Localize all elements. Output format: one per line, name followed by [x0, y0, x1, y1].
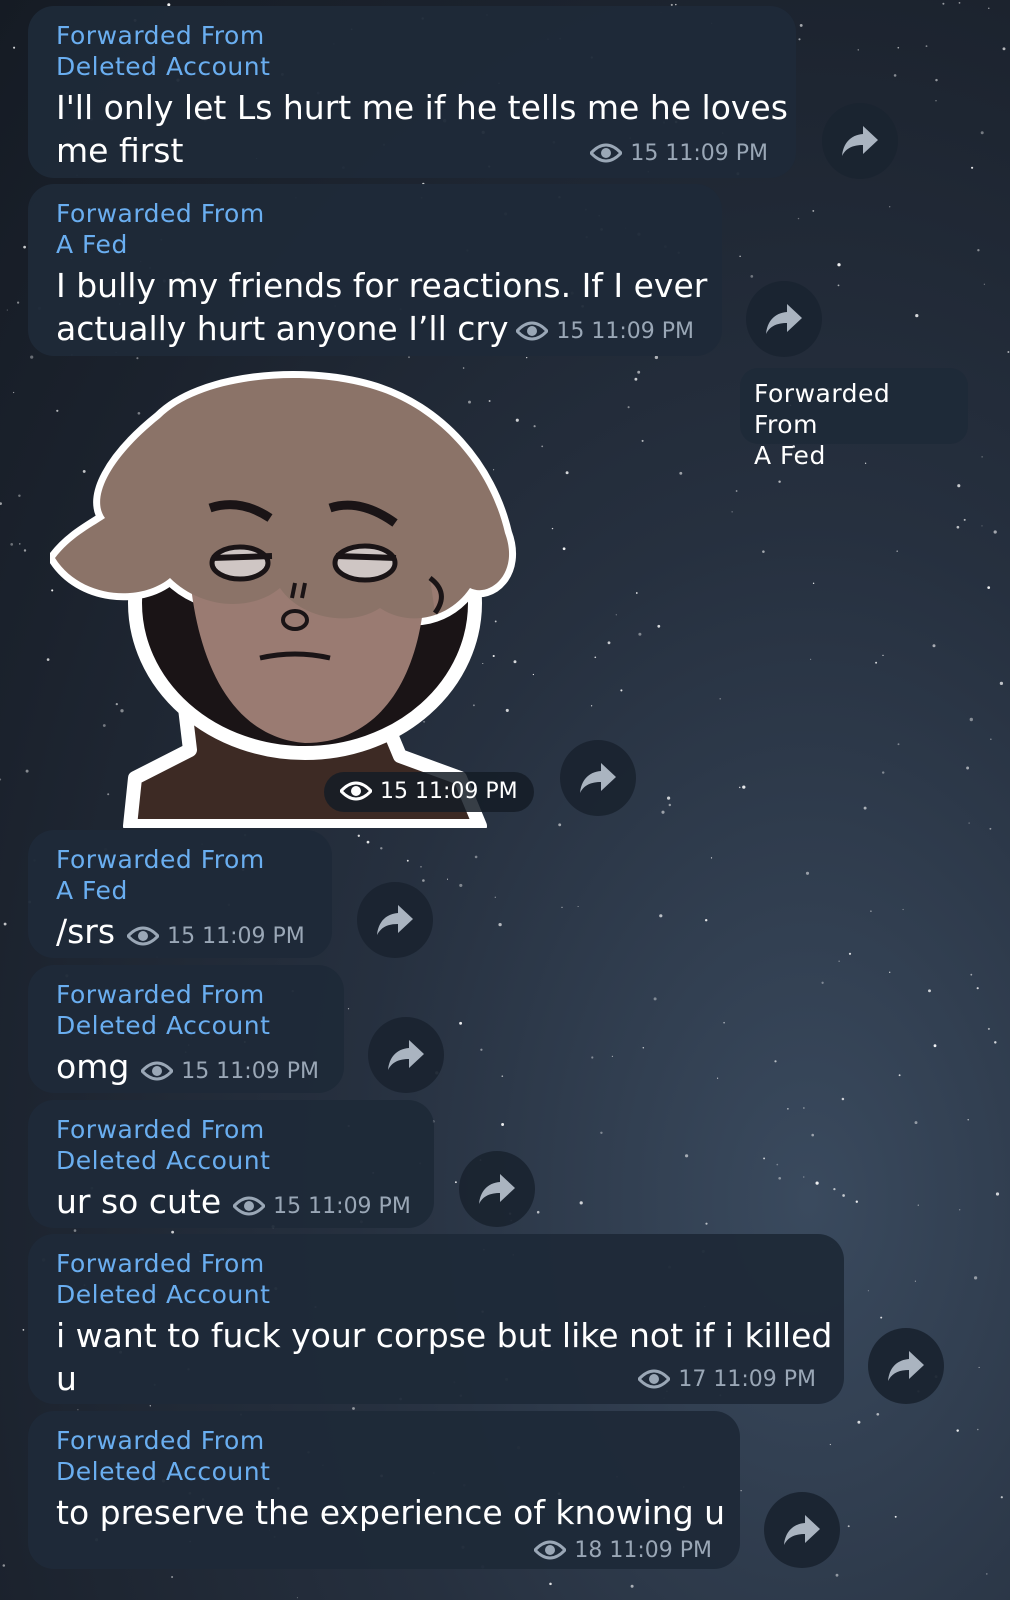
message-meta: 15 11:09 PM	[590, 141, 768, 166]
forwarded-label: Forwarded From	[56, 1249, 265, 1278]
message-meta: 15 11:09 PM	[516, 319, 694, 344]
share-button[interactable]	[357, 882, 433, 958]
sticker-forward-label[interactable]: Forwarded From A Fed	[740, 368, 968, 470]
message-bubble[interactable]: Forwarded From A Fed I bully my friends …	[28, 184, 722, 356]
message-text: i want to fuck your corpse but like not …	[56, 1316, 833, 1355]
share-arrow-icon	[888, 1351, 924, 1381]
eye-icon	[127, 926, 160, 946]
view-count: 15	[380, 779, 408, 804]
forwarded-label: Forwarded From	[56, 980, 265, 1009]
message-bubble[interactable]: Forwarded From A Fed /srs 15 11:09 PM	[28, 830, 332, 958]
message-bubble[interactable]: Forwarded From Deleted Account I'll only…	[28, 6, 796, 178]
message-meta: 15 11:09 PM	[127, 915, 305, 958]
message-meta: 18 11:09 PM	[534, 1538, 712, 1563]
message-row: omg 15 11:09 PM	[56, 1045, 319, 1093]
view-count: 18	[574, 1538, 603, 1563]
share-arrow-icon	[842, 126, 878, 156]
forwarded-sender-link[interactable]: A Fed	[56, 229, 694, 260]
share-arrow-icon	[377, 905, 413, 935]
forwarded-sender-link[interactable]: Deleted Account	[56, 51, 768, 82]
eye-icon	[590, 143, 623, 163]
share-button[interactable]	[764, 1492, 840, 1568]
forwarded-label: Forwarded From	[56, 845, 265, 874]
forwarded-sender-link[interactable]: Deleted Account	[56, 1145, 406, 1176]
message-meta: 15 11:09 PM	[233, 1185, 411, 1228]
message-text: I'll only let Ls hurt me if he tells me …	[56, 88, 788, 127]
view-count: 15	[181, 1059, 210, 1084]
forwarded-label: Forwarded From	[754, 379, 891, 439]
share-button[interactable]	[459, 1151, 535, 1227]
forwarded-label: Forwarded From	[56, 21, 265, 50]
forwarded-sender-link[interactable]: Deleted Account	[56, 1010, 316, 1041]
message-bubble[interactable]: Forwarded From Deleted Account ur so cut…	[28, 1100, 434, 1228]
eye-icon	[233, 1196, 266, 1216]
view-count: 17	[678, 1367, 707, 1392]
message-text: /srs	[56, 912, 116, 951]
message-time: 11:09 PM	[216, 1059, 319, 1084]
eye-icon	[638, 1369, 671, 1389]
share-button[interactable]	[746, 281, 822, 357]
forwarded-label: Forwarded From	[56, 199, 265, 228]
message-bubble[interactable]: Forwarded From Deleted Account omg 15 11:…	[28, 965, 344, 1093]
eye-icon	[141, 1061, 174, 1081]
message-meta: 15 11:09 PM	[141, 1050, 319, 1093]
view-count: 15	[630, 141, 659, 166]
message-text: I bully my friends for reactions. If I e…	[56, 266, 708, 305]
message-time: 11:09 PM	[202, 924, 305, 949]
forwarded-label: Forwarded From	[56, 1426, 265, 1455]
message-row: ur so cute 15 11:09 PM	[56, 1180, 411, 1228]
message-text: omg	[56, 1047, 130, 1086]
message-time: 11:09 PM	[609, 1538, 712, 1563]
forwarded-sender-link[interactable]: Deleted Account	[56, 1456, 712, 1487]
share-arrow-icon	[479, 1174, 515, 1204]
view-count: 15	[167, 924, 196, 949]
share-button[interactable]	[560, 740, 636, 816]
share-button[interactable]	[822, 103, 898, 179]
share-button[interactable]	[868, 1328, 944, 1404]
sticker-meta: 15 11:09 PM	[324, 772, 534, 812]
share-arrow-icon	[766, 304, 802, 334]
forwarded-label: Forwarded From	[56, 1115, 265, 1144]
message-row: /srs 15 11:09 PM	[56, 910, 305, 958]
message-time: 11:09 PM	[665, 141, 768, 166]
message-time: 11:09 PM	[308, 1194, 411, 1219]
message-time: 11:09 PM	[713, 1367, 816, 1392]
message-time: 11:09 PM	[591, 319, 694, 344]
eye-icon	[340, 781, 372, 801]
message-bubble[interactable]: Forwarded From Deleted Account to preser…	[28, 1411, 740, 1569]
message-meta: 17 11:09 PM	[638, 1367, 816, 1392]
sticker-image[interactable]	[50, 358, 520, 828]
share-arrow-icon	[784, 1515, 820, 1545]
view-count: 15	[556, 319, 585, 344]
share-arrow-icon	[580, 763, 616, 793]
share-button[interactable]	[368, 1017, 444, 1093]
view-count: 15	[273, 1194, 302, 1219]
forwarded-sender-link[interactable]: Deleted Account	[56, 1279, 816, 1310]
eye-icon	[516, 321, 549, 341]
forwarded-sender-link[interactable]: A Fed	[754, 440, 954, 471]
eye-icon	[534, 1540, 567, 1560]
message-bubble[interactable]: Forwarded From Deleted Account i want to…	[28, 1234, 844, 1404]
message-text: to preserve the experience of knowing u	[56, 1493, 726, 1532]
message-time: 11:09 PM	[415, 779, 518, 804]
share-arrow-icon	[388, 1040, 424, 1070]
message-text: ur so cute	[56, 1182, 222, 1221]
forwarded-sender-link[interactable]: A Fed	[56, 875, 304, 906]
